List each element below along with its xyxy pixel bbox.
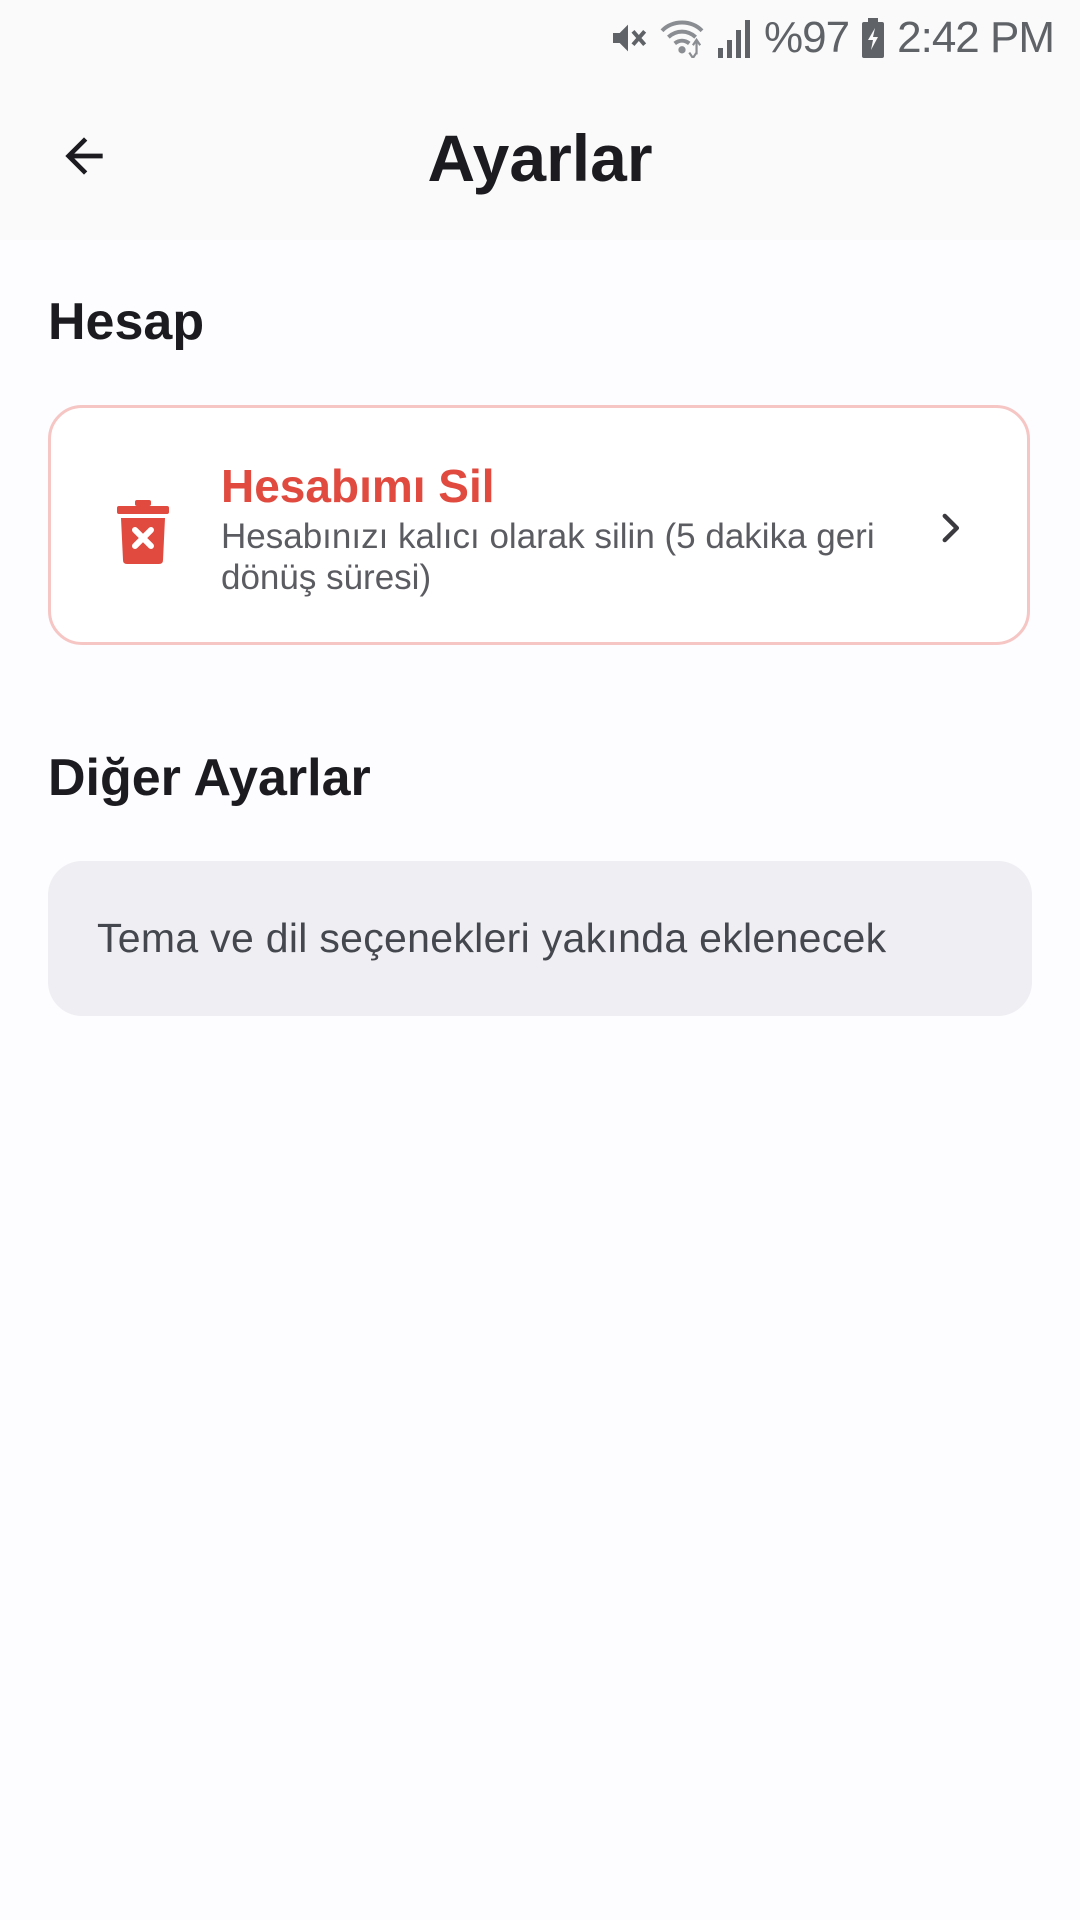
section-title-other: Diğer Ayarlar xyxy=(48,749,371,807)
battery-percent: %97 xyxy=(764,13,850,62)
chevron-right-icon xyxy=(929,504,973,552)
clock: 2:42 PM xyxy=(897,13,1055,62)
delete-account-subtitle: Hesabınızı kalıcı olarak silin (5 dakika… xyxy=(221,517,875,597)
mute-icon xyxy=(608,18,648,58)
battery-charging-icon xyxy=(861,18,885,58)
back-button[interactable] xyxy=(40,114,128,202)
delete-account-title: Hesabımı Sil xyxy=(221,460,495,512)
app-bar: Ayarlar xyxy=(0,76,1080,240)
delete-account-button[interactable]: Hesabımı Sil Hesabınızı kalıcı olarak si… xyxy=(48,405,1030,645)
top-app-area: %97 2:42 PM Ayarlar xyxy=(0,0,1080,240)
section-title-account: Hesap xyxy=(48,293,205,351)
info-text: Tema ve dil seçenekleri yakında eklenece… xyxy=(97,915,887,961)
signal-icon xyxy=(716,18,752,58)
page-title: Ayarlar xyxy=(427,121,653,195)
info-card: Tema ve dil seçenekleri yakında eklenece… xyxy=(48,861,1032,1016)
trash-icon xyxy=(115,500,171,564)
status-bar: %97 2:42 PM xyxy=(608,0,1080,76)
wifi-icon xyxy=(660,18,704,58)
arrow-back-icon xyxy=(56,128,112,189)
delete-account-texts: Hesabımı Sil Hesabınızı kalıcı olarak si… xyxy=(221,458,921,598)
